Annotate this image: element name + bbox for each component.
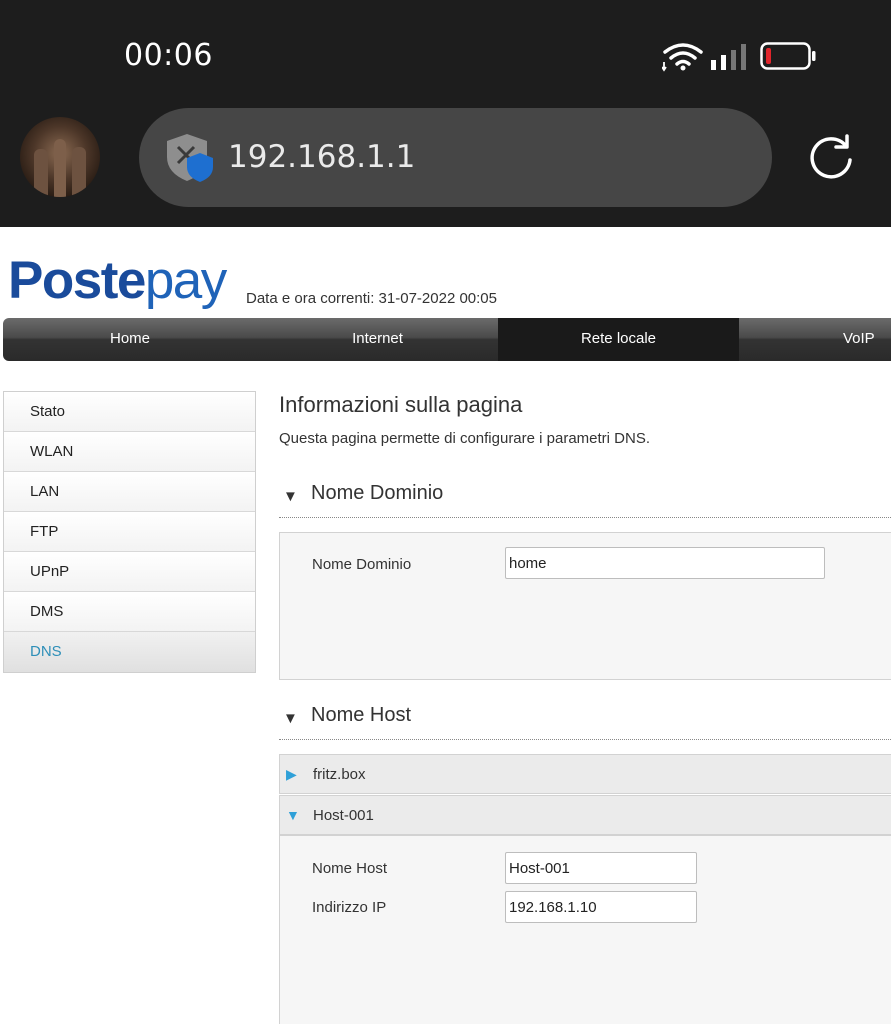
logo-text-pay: pay <box>144 251 227 310</box>
section-header-domain[interactable]: ▼ Nome Dominio <box>279 480 891 518</box>
expand-arrow-icon[interactable]: ▶ <box>286 766 297 783</box>
battery-low-icon <box>760 42 816 70</box>
sidebar-item-stato[interactable]: Stato <box>4 392 255 432</box>
domain-name-input[interactable] <box>505 547 825 579</box>
address-bar-url[interactable]: 192.168.1.1 <box>228 139 415 175</box>
wifi-icon <box>662 43 703 72</box>
profile-avatar[interactable] <box>20 117 100 197</box>
mobile-status-and-browser-bar: 00:06 192.168.1.1 <box>0 0 891 227</box>
reload-icon[interactable] <box>806 132 856 182</box>
ip-address-label: Indirizzo IP <box>312 899 387 916</box>
main-navigation: Home Internet Rete locale VoIP <box>3 318 891 361</box>
nav-voip[interactable]: VoIP <box>739 318 891 361</box>
cellular-signal-icon <box>711 44 746 70</box>
collapse-arrow-icon[interactable]: ▼ <box>283 488 298 505</box>
sidebar-item-ftp[interactable]: FTP <box>4 512 255 552</box>
host-name-input[interactable] <box>505 852 697 884</box>
section-header-host[interactable]: ▼ Nome Host <box>279 702 891 740</box>
domain-name-label: Nome Dominio <box>312 556 412 573</box>
host-name-label: Nome Host <box>312 860 388 877</box>
page-title: Informazioni sulla pagina <box>279 392 523 417</box>
collapse-arrow-icon[interactable]: ▼ <box>283 710 298 727</box>
host-row-label: Host-001 <box>313 807 374 824</box>
sidebar-item-upnp[interactable]: UPnP <box>4 552 255 592</box>
host-row-fritz-box[interactable]: ▶ fritz.box <box>279 754 891 794</box>
postepay-logo: Postepay <box>8 250 227 311</box>
logo-text-poste: Poste <box>8 251 146 310</box>
sidebar-item-dns[interactable]: DNS <box>4 632 255 672</box>
current-datetime: Data e ora correnti: 31-07-2022 00:05 <box>246 290 497 307</box>
host-row-label: fritz.box <box>313 766 366 783</box>
sidebar-item-wlan[interactable]: WLAN <box>4 432 255 472</box>
ip-address-input[interactable] <box>505 891 697 923</box>
nav-internet[interactable]: Internet <box>257 318 498 361</box>
host-row-host-001[interactable]: ▼ Host-001 <box>279 795 891 835</box>
nav-rete-locale[interactable]: Rete locale <box>498 318 739 361</box>
status-bar-clock: 00:06 <box>124 38 213 73</box>
nav-home[interactable]: Home <box>3 318 257 361</box>
sidebar-item-dms[interactable]: DMS <box>4 592 255 632</box>
collapse-arrow-icon[interactable]: ▼ <box>286 807 300 823</box>
section-title-host: Nome Host <box>311 704 412 726</box>
section-title-domain: Nome Dominio <box>311 482 444 504</box>
sidebar-menu: Stato WLAN LAN FTP UPnP DMS DNS <box>3 391 256 673</box>
page-description: Questa pagina permette di configurare i … <box>279 430 651 447</box>
host-detail-panel: Nome Host Indirizzo IP <box>279 835 891 1024</box>
security-shield-icon[interactable] <box>165 131 215 185</box>
sidebar-item-lan[interactable]: LAN <box>4 472 255 512</box>
domain-panel: Nome Dominio <box>279 532 891 680</box>
